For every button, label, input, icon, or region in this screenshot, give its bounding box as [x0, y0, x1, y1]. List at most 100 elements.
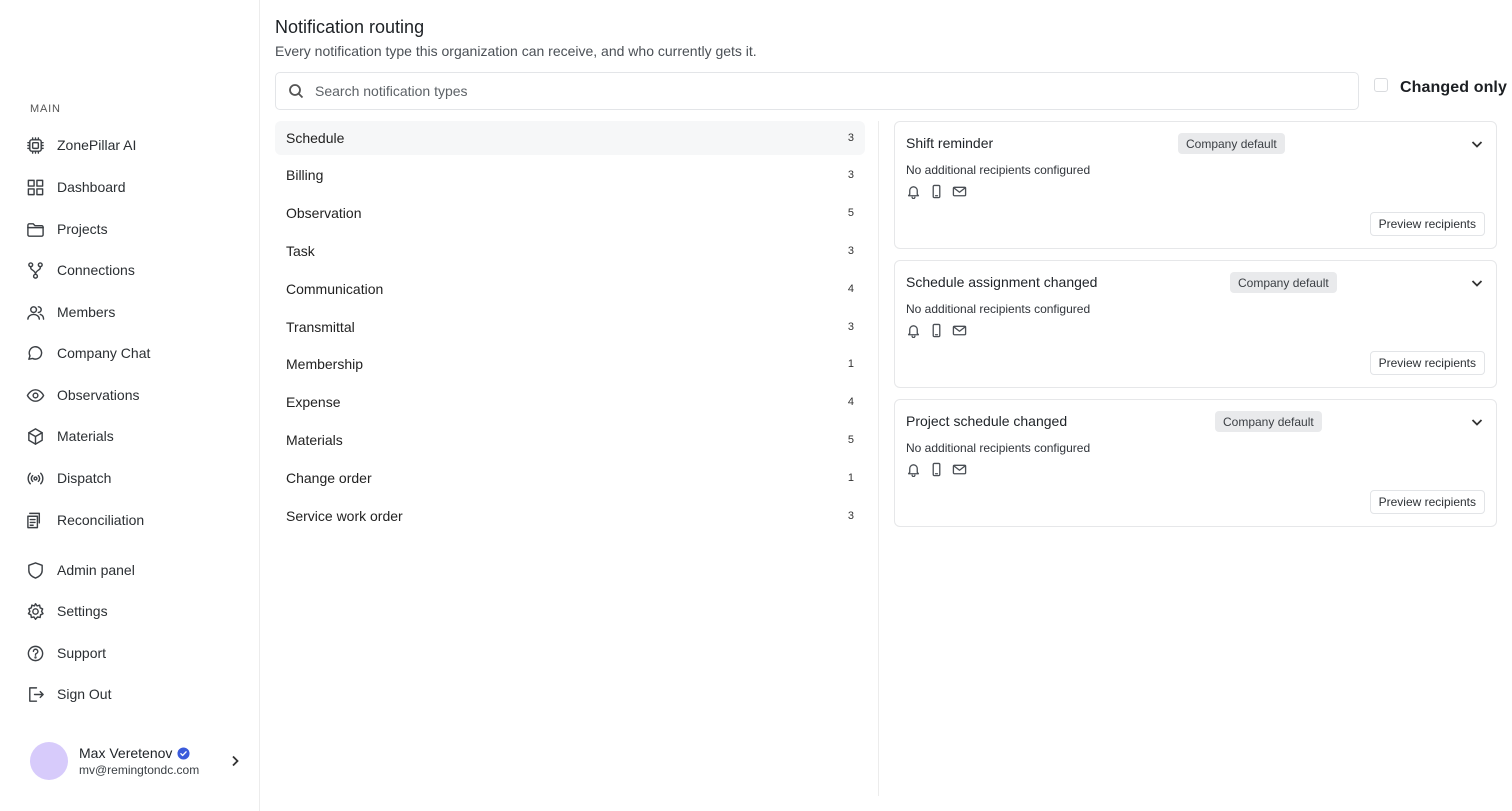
- sidebar-item-label: Dispatch: [57, 470, 112, 486]
- status-badge: Company default: [1178, 133, 1285, 154]
- sidebar-item-members[interactable]: Members: [16, 293, 244, 331]
- bell-icon: [907, 186, 920, 199]
- category-label: Membership: [286, 356, 364, 372]
- category-count: 5: [847, 434, 854, 446]
- category-billing[interactable]: Billing 3: [275, 158, 865, 192]
- mobile-icon: [932, 184, 941, 199]
- page-title: Notification routing: [275, 17, 425, 37]
- category-expense[interactable]: Expense 4: [275, 385, 865, 419]
- preview-recipients-button[interactable]: Preview recipients: [1369, 351, 1485, 375]
- changed-only-checkbox[interactable]: [1374, 78, 1388, 92]
- chevron-right-icon: [232, 755, 239, 767]
- sidebar-item-connections[interactable]: Connections: [16, 251, 244, 289]
- mobile-icon: [932, 323, 941, 338]
- sign-out-icon: [29, 686, 44, 702]
- category-count: 5: [847, 207, 854, 219]
- category-count: 3: [847, 510, 854, 522]
- grid-icon: [27, 179, 44, 195]
- sidebar-item-support[interactable]: Support: [16, 634, 244, 672]
- sidebar-item-dispatch[interactable]: Dispatch: [16, 459, 244, 497]
- recipients-summary: No additional recipients configured: [906, 163, 1091, 177]
- page-subtitle: Every notification type this organizatio…: [275, 43, 757, 59]
- broadcast-icon: [27, 472, 44, 484]
- notification-card-schedule-assignment-changed: Schedule assignment changed Company defa…: [894, 260, 1497, 388]
- category-service-work-order[interactable]: Service work order 3: [275, 499, 865, 533]
- box-icon: [28, 427, 43, 445]
- user-name-row: Max Veretenov: [79, 745, 228, 761]
- search-input[interactable]: [315, 83, 1315, 99]
- category-count: 3: [847, 132, 854, 144]
- notification-title: Shift reminder: [906, 135, 994, 151]
- sidebar-item-settings[interactable]: Settings: [16, 592, 244, 630]
- changed-only-label: Changed only: [1400, 79, 1507, 96]
- chevron-down-icon[interactable]: [1470, 137, 1484, 151]
- category-count: 4: [847, 396, 854, 408]
- mobile-icon: [932, 462, 941, 477]
- category-materials[interactable]: Materials 5: [275, 423, 865, 457]
- sidebar-item-label: Company Chat: [57, 345, 151, 361]
- sidebar-item-observations[interactable]: Observations: [16, 376, 244, 414]
- sidebar-item-reconciliation[interactable]: Reconciliation: [16, 501, 244, 539]
- category-count: 3: [847, 169, 854, 181]
- avatar: [30, 742, 68, 780]
- help-icon: [27, 645, 44, 661]
- folder-icon: [27, 222, 44, 237]
- status-badge: Company default: [1215, 411, 1322, 432]
- category-count: 3: [847, 245, 854, 257]
- category-membership[interactable]: Membership 1: [275, 347, 865, 381]
- sidebar-item-label: Dashboard: [57, 179, 126, 195]
- mail-icon: [952, 186, 967, 197]
- chevron-down-icon[interactable]: [1470, 415, 1484, 429]
- changed-only-filter[interactable]: Changed only: [1374, 78, 1507, 97]
- category-label: Expense: [286, 394, 341, 410]
- sidebar-item-label: Connections: [57, 262, 135, 278]
- sidebar-item-label: ZonePillar AI: [57, 137, 137, 153]
- channel-icons: [906, 462, 975, 477]
- category-transmittal[interactable]: Transmittal 3: [275, 310, 865, 344]
- category-list: Schedule 3 Billing 3 Observation 5 Task …: [275, 121, 879, 796]
- category-observation[interactable]: Observation 5: [275, 196, 865, 230]
- chat-icon: [28, 345, 43, 360]
- category-schedule[interactable]: Schedule 3: [275, 121, 865, 155]
- preview-recipients-button[interactable]: Preview recipients: [1369, 490, 1485, 514]
- user-name: Max Veretenov: [79, 745, 173, 761]
- eye-icon: [26, 388, 45, 402]
- preview-recipients-button[interactable]: Preview recipients: [1369, 212, 1485, 236]
- category-label: Billing: [286, 167, 324, 183]
- sidebar-item-label: Materials: [57, 428, 114, 444]
- chevron-down-icon[interactable]: [1470, 276, 1484, 290]
- shield-icon: [28, 561, 43, 579]
- sidebar-item-label: Settings: [57, 603, 108, 619]
- category-count: 1: [847, 358, 854, 370]
- recipients-summary: No additional recipients configured: [906, 302, 1091, 316]
- category-communication[interactable]: Communication 4: [275, 272, 865, 306]
- sidebar-item-label: Admin panel: [57, 562, 135, 578]
- sidebar-item-zonepillar-ai[interactable]: ZonePillar AI: [16, 126, 244, 164]
- sidebar-item-sign-out[interactable]: Sign Out: [16, 675, 244, 713]
- bell-icon: [907, 464, 920, 477]
- chip-icon: [27, 136, 44, 154]
- category-task[interactable]: Task 3: [275, 234, 865, 268]
- gear-icon: [27, 602, 44, 620]
- sidebar-item-company-chat[interactable]: Company Chat: [16, 334, 244, 372]
- sidebar-item-materials[interactable]: Materials: [16, 417, 244, 455]
- notification-title: Project schedule changed: [906, 413, 1068, 429]
- category-label: Communication: [286, 281, 384, 297]
- sidebar-item-label: Projects: [57, 221, 108, 237]
- sidebar-section-label: MAIN: [30, 103, 61, 115]
- sidebar-item-label: Sign Out: [57, 686, 112, 702]
- receipt-icon: [27, 512, 41, 528]
- sidebar-item-projects[interactable]: Projects: [16, 210, 244, 248]
- user-menu[interactable]: Max Veretenov mv@remingtondc.com: [30, 740, 242, 782]
- sidebar-item-admin-panel[interactable]: Admin panel: [16, 551, 244, 589]
- sidebar-item-label: Members: [57, 304, 116, 320]
- category-label: Change order: [286, 470, 372, 486]
- category-count: 1: [847, 472, 854, 484]
- notification-card-project-schedule-changed: Project schedule changed Company default…: [894, 399, 1497, 527]
- category-change-order[interactable]: Change order 1: [275, 461, 865, 495]
- sidebar-item-dashboard[interactable]: Dashboard: [16, 168, 244, 206]
- category-label: Materials: [286, 432, 343, 448]
- channel-icons: [906, 184, 975, 199]
- search-box[interactable]: [275, 72, 1359, 110]
- channel-icons: [906, 323, 975, 338]
